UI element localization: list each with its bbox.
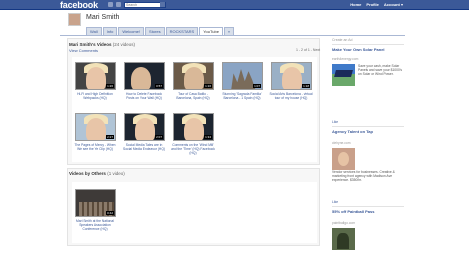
video-thumbnail[interactable]: 2:07 bbox=[124, 113, 165, 141]
ad-url[interactable]: paintballgo.com bbox=[332, 221, 355, 225]
ad-text: Vendor services for businesses. Creative… bbox=[332, 170, 395, 182]
others-videos-count: (1 video) bbox=[107, 171, 125, 176]
own-videos-heading: Mari Smith's Videos bbox=[69, 42, 112, 47]
tab-rockstars[interactable]: ROCKSTARS bbox=[165, 27, 199, 35]
profile-link[interactable]: Profile bbox=[366, 0, 378, 10]
messages-icon[interactable] bbox=[116, 2, 121, 7]
own-videos-count: (24 videos) bbox=[112, 42, 136, 47]
video-caption[interactable]: Comments on the 'Wind Mill' and the 'Tim… bbox=[171, 143, 215, 155]
tab-more[interactable]: » bbox=[223, 27, 235, 35]
video-caption[interactable]: The Pages of Mercy - When We see the Ye … bbox=[73, 143, 117, 151]
video-thumbnail[interactable]: 2:27 bbox=[75, 113, 116, 141]
video-thumbnail[interactable]: 0:57 bbox=[124, 62, 165, 90]
video-caption[interactable]: Hi-Fi and High Definition Webpacks (HQ) bbox=[73, 92, 117, 100]
facebook-logo[interactable]: facebook bbox=[60, 0, 98, 10]
tab-stores[interactable]: Stores bbox=[145, 27, 165, 35]
tab-wall[interactable]: Wall bbox=[86, 27, 102, 35]
account-menu[interactable]: Account ▾ bbox=[384, 0, 403, 10]
video-duration: 1:18 bbox=[302, 84, 310, 88]
video-thumbnail[interactable]: 1:16 bbox=[173, 62, 214, 90]
video-duration: 0:42 bbox=[106, 211, 114, 215]
video-caption[interactable]: Stunning 'Sagrada Familia' Barcelona - 1… bbox=[220, 92, 264, 100]
sidebar-divider bbox=[332, 126, 404, 127]
agency-ad-image[interactable] bbox=[332, 148, 355, 170]
video-duration: 1:16 bbox=[204, 84, 212, 88]
video-thumbnail[interactable]: 1:18 bbox=[271, 62, 312, 90]
tab-info[interactable]: Info bbox=[102, 27, 118, 35]
video-thumbnail[interactable]: 1:34 bbox=[173, 113, 214, 141]
own-videos-title: Mari Smith's Videos (24 videos) bbox=[69, 42, 135, 47]
solar-panel-ad-image[interactable] bbox=[332, 64, 355, 86]
ad-like-link[interactable]: Like bbox=[332, 200, 338, 204]
create-ad-link[interactable]: Create an Ad bbox=[332, 38, 352, 42]
top-navigation-bar: facebook Search Home Profile Account ▾ bbox=[0, 0, 469, 10]
ad-url[interactable]: clehyne.com bbox=[332, 141, 351, 145]
home-link[interactable]: Home bbox=[350, 0, 361, 10]
video-duration: 0:57 bbox=[155, 84, 163, 88]
tab-welcome[interactable]: Welcome! bbox=[118, 27, 145, 35]
ad-title[interactable]: Make Your Own Solar Panel bbox=[332, 47, 404, 52]
video-caption[interactable]: Tour of Casa Batllo - Barcelona, Spain (… bbox=[171, 92, 215, 100]
friend-requests-icon[interactable] bbox=[108, 2, 113, 7]
video-caption[interactable]: How to Delete Facebook Posts on Your Wal… bbox=[122, 92, 166, 100]
video-thumbnail[interactable]: 1:07 bbox=[222, 62, 263, 90]
video-caption[interactable]: Social Arts Barcelona - virtual tour of … bbox=[269, 92, 313, 100]
view-comments-link[interactable]: View Comments bbox=[69, 48, 98, 53]
ad-like-link[interactable]: Like bbox=[332, 120, 338, 124]
video-duration: 2:27 bbox=[106, 135, 114, 139]
paintball-ad-image[interactable] bbox=[332, 228, 355, 250]
others-videos-heading: Videos by Others bbox=[69, 171, 106, 176]
video-duration: 2:07 bbox=[155, 135, 163, 139]
video-thumbnail[interactable]: 1:26 bbox=[75, 62, 116, 90]
video-thumbnail[interactable]: 0:42 bbox=[75, 189, 116, 217]
video-duration: 1:07 bbox=[253, 84, 261, 88]
ad-text: Save your cash, make Solar Panels and sa… bbox=[358, 64, 403, 76]
pagination[interactable]: 1 - 2 of 1 - Next bbox=[296, 48, 320, 52]
profile-tabs: Wall Info Welcome! Stores ROCKSTARS YouT… bbox=[86, 27, 235, 35]
video-caption[interactable]: Social Media Tales are in Social Media E… bbox=[122, 143, 166, 151]
tab-divider bbox=[60, 35, 405, 36]
sidebar-divider bbox=[332, 206, 404, 207]
search-button[interactable] bbox=[160, 2, 165, 7]
tab-youtube[interactable]: YouTube bbox=[199, 27, 223, 35]
top-links: Home Profile Account ▾ bbox=[350, 0, 403, 10]
video-duration: 1:26 bbox=[106, 84, 114, 88]
others-videos-title: Videos by Others (1 video) bbox=[69, 171, 125, 176]
video-caption[interactable]: Mari Smith at the National Speakers Asso… bbox=[73, 219, 117, 231]
sidebar-divider bbox=[332, 44, 404, 45]
ad-title[interactable]: Agency Talent on Tap bbox=[332, 129, 404, 134]
ad-url[interactable]: earth4energy.com bbox=[332, 57, 358, 61]
video-duration: 1:34 bbox=[204, 135, 212, 139]
profile-name: Mari Smith bbox=[86, 14, 120, 21]
profile-picture[interactable] bbox=[68, 13, 81, 26]
ad-title[interactable]: 55% off Paintball Pass bbox=[332, 209, 404, 214]
